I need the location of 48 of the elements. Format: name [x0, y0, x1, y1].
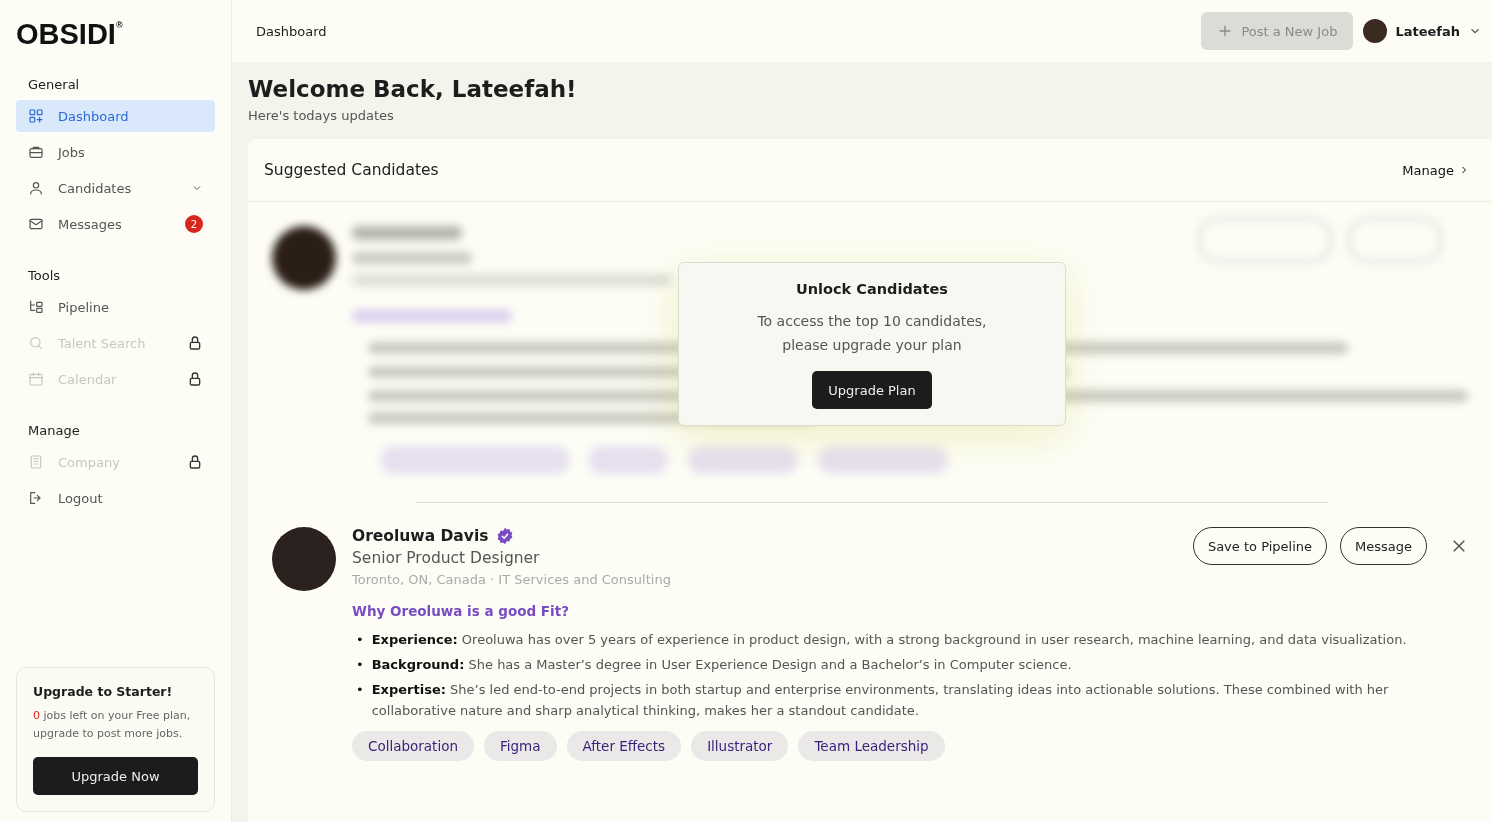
candidate-name: Oreoluwa Davis — [352, 527, 489, 545]
breadcrumb: Dashboard — [256, 23, 328, 39]
pipeline-icon — [28, 299, 44, 315]
bullet: • — [356, 656, 364, 674]
fit-point: Experience: Oreoluwa has over 5 years of experience in product design, with a strong background in user research, machine learning, and data visualization. — [371, 631, 1407, 649]
upgrade-title: Upgrade to Starter! — [33, 684, 174, 699]
upgrade-text: 0 jobs left on your Free plan, upgrade to post more jobs. — [33, 708, 192, 742]
skill-tag: Figma — [484, 731, 557, 761]
section-title: Manage — [27, 422, 81, 440]
manage-link[interactable]: Manage — [1396, 161, 1476, 179]
candidate-location: Toronto, ON, Canada · IT Services and Consulting — [352, 572, 672, 587]
avatar — [1363, 19, 1388, 43]
sidebar-item[interactable]: Pipeline — [16, 291, 215, 323]
unread-badge: 2 — [185, 215, 203, 233]
section-title: General — [27, 76, 81, 94]
skill-tag: After Effects — [566, 731, 682, 761]
search-icon — [28, 335, 44, 351]
upgrade-plan-button[interactable]: Upgrade Plan — [812, 371, 932, 409]
mail-icon — [28, 216, 44, 232]
sidebar-item[interactable]: Dashboard — [16, 100, 215, 132]
briefcase-icon — [28, 144, 44, 160]
sidebar-item[interactable]: Candidates — [16, 172, 215, 204]
fit-heading: Why Oreoluwa is a good Fit? — [352, 603, 570, 619]
section-title: Tools — [27, 267, 62, 285]
person-icon — [28, 180, 44, 196]
close-icon[interactable] — [1450, 537, 1468, 555]
bullet: • — [356, 631, 364, 649]
candidate-role: Senior Product Designer — [352, 549, 541, 567]
fit-point: Expertise: She’s led end-to-end projects in both startup and enterprise environments, translating ideas into actionable solutions. These combined with her collaborative nature and sharp analytical thinking, makes her a standout candidate. — [371, 681, 1390, 720]
brand-logo: OBSIDI$^{®}$ — [16, 18, 123, 51]
welcome-title: Welcome Back, Lateefah! — [248, 76, 578, 102]
building-icon — [28, 454, 44, 470]
dialog-text: To access the top 10 candidates, please upgrade your plan — [756, 312, 988, 355]
card-title: Suggested Candidates — [264, 161, 439, 179]
sidebar-item[interactable]: Messages 2 — [16, 208, 215, 240]
welcome-subtitle: Here's todays updates — [248, 108, 395, 123]
dialog-title: Unlock Candidates — [796, 281, 948, 297]
skill-tag: Team Leadership — [798, 731, 945, 761]
sidebar-item[interactable]: Logout — [16, 482, 215, 514]
bullet: • — [356, 681, 364, 699]
upgrade-now-button[interactable]: Upgrade Now — [33, 757, 198, 795]
sidebar-item[interactable]: Jobs — [16, 136, 215, 168]
skill-tag: Illustrator — [691, 731, 789, 761]
grid-icon — [28, 108, 44, 124]
skill-tag: Collaboration — [352, 731, 474, 761]
user-name[interactable]: Lateefah — [1395, 23, 1460, 39]
calendar-icon — [28, 371, 44, 387]
fit-point: Background: She has a Master’s degree in User Experience Design and a Bachelor’s in Computer science. — [371, 656, 1072, 674]
